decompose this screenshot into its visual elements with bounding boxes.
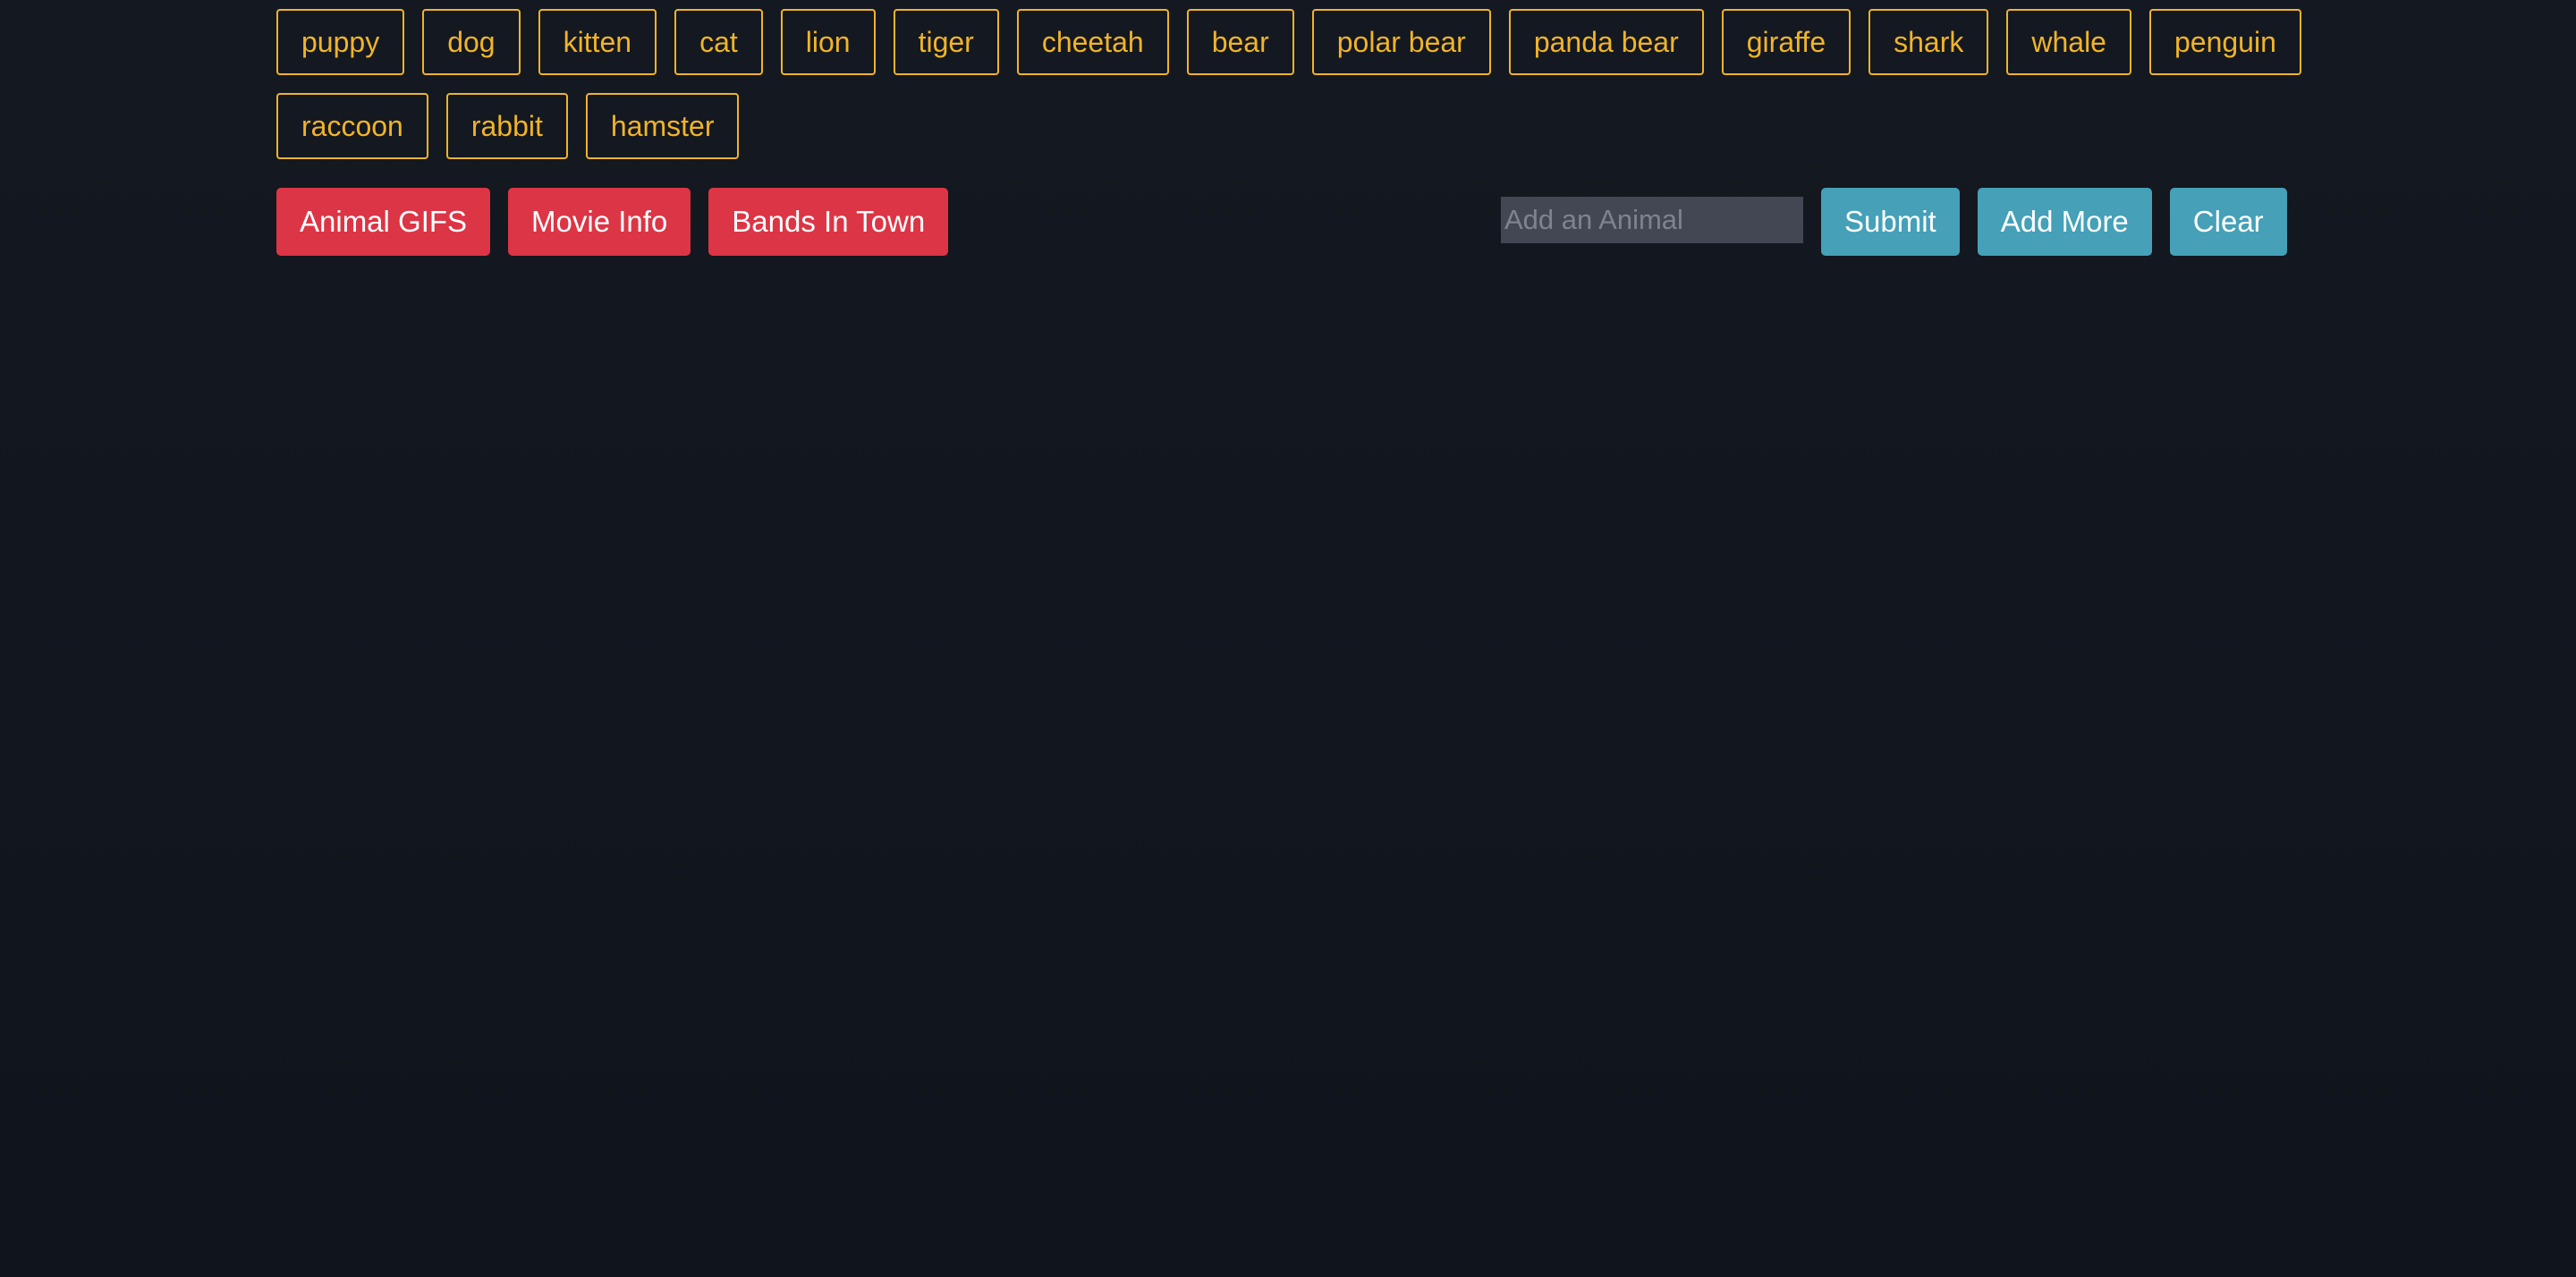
- animal-button-cat[interactable]: cat: [674, 9, 763, 75]
- category-nav: Animal GIFS Movie Info Bands In Town: [276, 188, 949, 256]
- animal-gifs-button[interactable]: Animal GIFS: [276, 188, 491, 256]
- clear-button[interactable]: Clear: [2169, 188, 2287, 256]
- add-more-button[interactable]: Add More: [1977, 188, 2152, 256]
- animal-button-penguin[interactable]: penguin: [2148, 9, 2301, 75]
- animal-button-whale[interactable]: whale: [2006, 9, 2131, 75]
- animal-button-bear[interactable]: bear: [1186, 9, 1294, 75]
- add-animal-input[interactable]: [1501, 197, 1803, 243]
- animal-button-puppy[interactable]: puppy: [276, 9, 405, 75]
- animal-button-panda-bear[interactable]: panda bear: [1508, 9, 1704, 75]
- animal-button-giraffe[interactable]: giraffe: [1721, 9, 1852, 75]
- animal-button-hamster[interactable]: hamster: [585, 93, 740, 159]
- animal-button-dog[interactable]: dog: [422, 9, 521, 75]
- animal-button-list: puppy dog kitten cat lion tiger cheetah …: [276, 9, 2307, 159]
- animal-button-rabbit[interactable]: rabbit: [445, 93, 568, 159]
- animal-button-tiger[interactable]: tiger: [893, 9, 999, 75]
- animal-button-kitten[interactable]: kitten: [538, 9, 657, 75]
- animal-button-shark[interactable]: shark: [1868, 9, 1989, 75]
- submit-button[interactable]: Submit: [1821, 188, 1960, 256]
- add-animal-form: Submit Add More Clear: [1501, 188, 2287, 256]
- animal-button-polar-bear[interactable]: polar bear: [1311, 9, 1491, 75]
- animal-button-lion[interactable]: lion: [780, 9, 876, 75]
- bands-in-town-button[interactable]: Bands In Town: [708, 188, 949, 256]
- movie-info-button[interactable]: Movie Info: [508, 188, 691, 256]
- animal-button-cheetah[interactable]: cheetah: [1016, 9, 1169, 75]
- animal-button-raccoon[interactable]: raccoon: [276, 93, 428, 159]
